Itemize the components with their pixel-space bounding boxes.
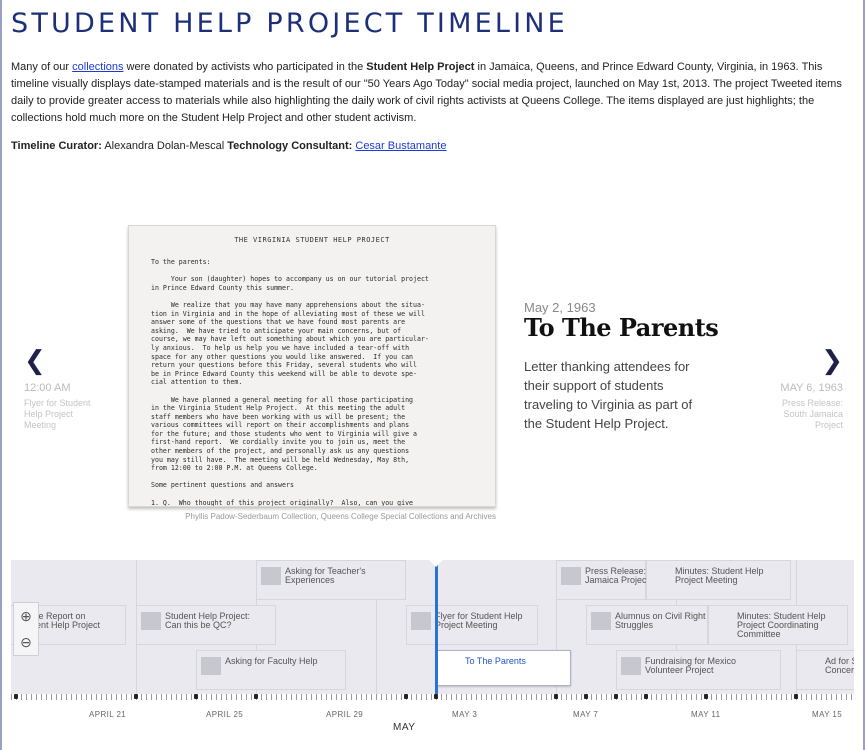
axis-date-label: APRIL 21 — [89, 710, 127, 719]
timeline-navigator[interactable]: Asking for Teacher's Experiences nate Re… — [11, 560, 854, 750]
event-dot — [644, 694, 648, 699]
credits-line: Timeline Curator: Alexandra Dolan-Mescal… — [11, 140, 446, 152]
event-dot — [134, 694, 138, 699]
event-label: Minutes: Student Help Project Coordinati… — [737, 611, 826, 639]
document-heading: THE VIRGINIA STUDENT HELP PROJECT — [234, 236, 390, 244]
marker-pointer-icon — [429, 560, 443, 567]
intro-text-2: were donated by activists who participat… — [123, 61, 367, 73]
prev-slide-nav[interactable]: ❮ 12:00 AM Flyer for Student Help Projec… — [24, 348, 104, 431]
event-thumbnail — [141, 612, 161, 630]
event-thumbnail — [561, 567, 581, 585]
event-dot — [704, 694, 708, 699]
zoom-in-icon[interactable]: ⊕ — [14, 603, 38, 629]
event-dot — [554, 694, 558, 699]
timeline-event[interactable]: Student Help Project: Can this be QC? — [136, 605, 276, 645]
timeline-event[interactable]: Alumnus on Civil Right Struggles — [586, 605, 708, 645]
event-thumbnail — [201, 657, 221, 675]
event-label: Asking for Teacher's Experiences — [285, 566, 366, 585]
event-thumbnail — [411, 612, 431, 630]
intro-paragraph: Many of our collections were donated by … — [11, 59, 856, 127]
event-dot — [194, 694, 198, 699]
curator-name: Alexandra Dolan-Mescal — [104, 140, 225, 152]
timeline-event-active[interactable]: To The Parents — [436, 650, 571, 686]
event-label: Ad for S Concer — [825, 656, 854, 675]
event-label: Press Release: Jamaica Projec — [585, 566, 647, 585]
event-dot — [404, 694, 408, 699]
axis-date-label: APRIL 25 — [206, 710, 244, 719]
timeline-event[interactable]: Fundraising for Mexico Volunteer Project — [616, 650, 781, 690]
axis-date-label: APRIL 29 — [326, 710, 364, 719]
event-thumbnail — [621, 657, 641, 675]
curator-label: Timeline Curator: — [11, 140, 102, 152]
intro-bold: Student Help Project — [366, 61, 475, 73]
page-title: STUDENT HELP PROJECT TIMELINE — [11, 8, 568, 39]
prev-slide-desc: Flyer for Student Help Project Meeting — [24, 398, 91, 430]
chevron-left-icon[interactable]: ❮ — [24, 348, 104, 374]
axis-date-label: MAY 11 — [691, 710, 721, 719]
event-dot — [434, 694, 438, 699]
timeline-event[interactable]: Press Release: Jamaica Projec — [556, 560, 647, 600]
event-label: Fundraising for Mexico Volunteer Project — [645, 656, 737, 675]
document-image: THE VIRGINIA STUDENT HELP PROJECT To the… — [128, 225, 496, 507]
event-dot — [254, 694, 258, 699]
event-dot — [584, 694, 588, 699]
timeline-event[interactable]: Asking for Faculty Help — [196, 650, 346, 690]
event-label: Student Help Project: Can this be QC? — [165, 611, 251, 630]
event-dot — [614, 694, 618, 699]
zoom-out-icon[interactable]: ⊖ — [14, 629, 38, 655]
consultant-label: Technology Consultant: — [227, 140, 353, 152]
slide-title: To The Parents — [524, 313, 719, 342]
consultant-link[interactable]: Cesar Bustamante — [355, 140, 446, 152]
event-label: Asking for Faculty Help — [225, 656, 318, 666]
event-thumbnail — [591, 612, 611, 630]
prev-slide-time: 12:00 AM — [24, 382, 71, 394]
timeline-event[interactable]: Asking for Teacher's Experiences — [256, 560, 406, 600]
image-caption: Phyllis Padow-Sederbaum Collection, Quee… — [185, 512, 496, 521]
event-thumbnail — [261, 567, 281, 585]
event-label: Minutes: Student Help Project Meeting — [675, 566, 764, 585]
axis-date-label: MAY 3 — [452, 710, 478, 719]
zoom-controls: ⊕ ⊖ — [13, 602, 39, 656]
next-slide-desc: Press Release: South Jamaica Project — [781, 398, 843, 430]
axis-date-label: MAY 7 — [573, 710, 599, 719]
intro-text-1: Many of our — [11, 61, 73, 73]
timeline-event[interactable]: Flyer for Student Help Project Meeting — [406, 605, 538, 645]
timeline-event[interactable]: Minutes: Student Help Project Coordinati… — [708, 605, 848, 645]
next-slide-nav[interactable]: ❯ MAY 6, 1963 Press Release: South Jamai… — [763, 348, 843, 431]
timeline-event[interactable]: Ad for S Concer — [796, 650, 854, 690]
axis-month-label: MAY — [393, 722, 416, 733]
event-dot — [14, 694, 18, 699]
document-body: To the parents: Your son (daughter) hope… — [151, 258, 429, 507]
collections-link[interactable]: collections — [72, 61, 123, 73]
event-label: To The Parents — [465, 656, 526, 666]
slide-description: Letter thanking attendees for their supp… — [524, 359, 693, 431]
axis-date-label: MAY 15 — [812, 710, 843, 719]
timeline-axis: APRIL 21 APRIL 25 APRIL 29 MAY 3 MAY 7 M… — [11, 694, 854, 750]
event-dot — [794, 694, 798, 699]
timeline-event[interactable]: Minutes: Student Help Project Meeting — [646, 560, 791, 600]
event-label: Alumnus on Civil Right Struggles — [615, 611, 706, 630]
event-label: Flyer for Student Help Project Meeting — [435, 611, 523, 630]
current-date-marker — [435, 560, 438, 700]
next-slide-time: MAY 6, 1963 — [780, 382, 843, 394]
chevron-right-icon[interactable]: ❯ — [763, 348, 843, 374]
